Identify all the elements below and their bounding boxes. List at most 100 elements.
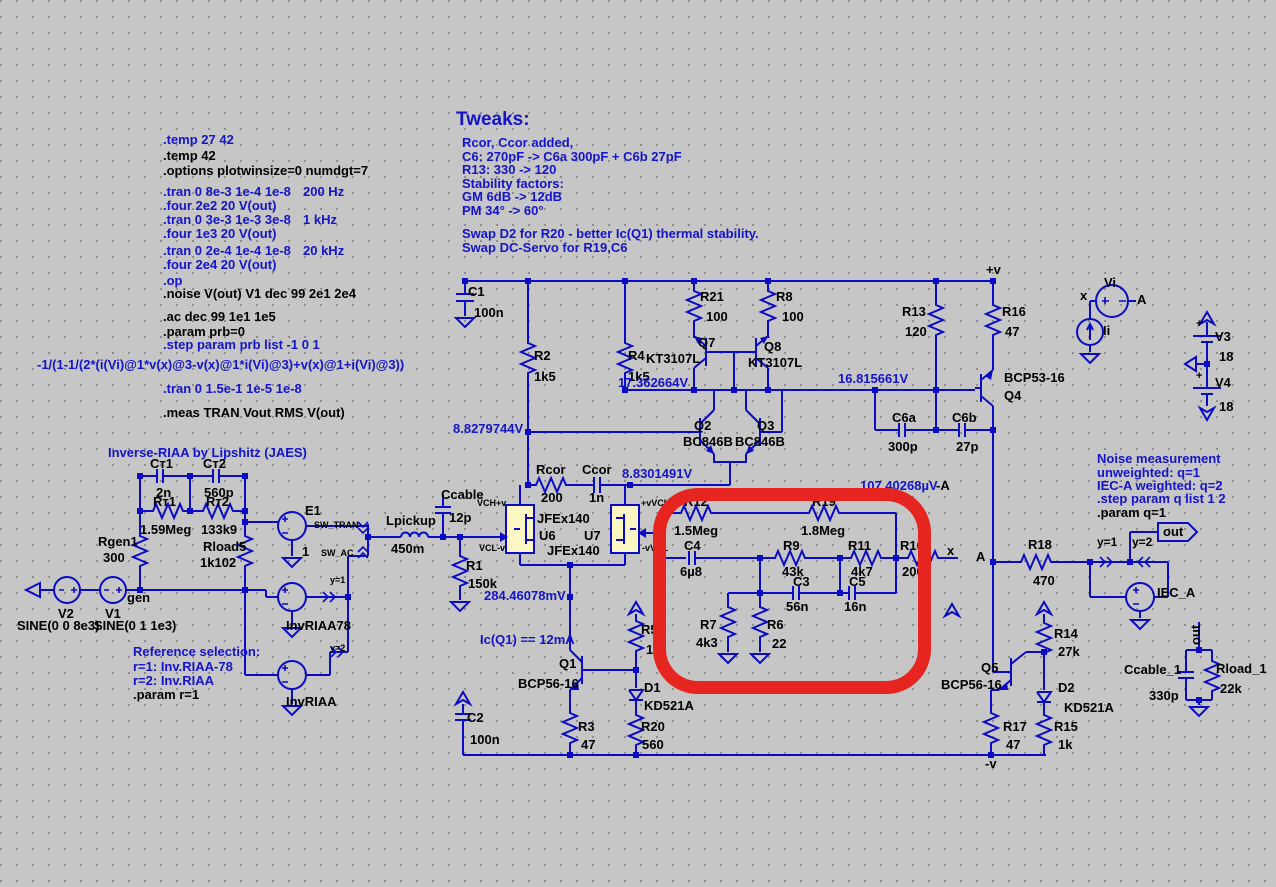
- rt2-val[interactable]: 133k9: [201, 523, 237, 536]
- ref-selection-2[interactable]: r=1: Inv.RIAA-78: [133, 660, 233, 673]
- ct1-ref[interactable]: Cт1: [150, 457, 173, 470]
- invriaa-ref[interactable]: InvRIAA: [286, 695, 337, 708]
- c6a-ref[interactable]: C6a: [892, 411, 916, 424]
- q4-ref[interactable]: Q4: [1004, 389, 1021, 402]
- tweaks-line-1[interactable]: Rcor, Ccor added,: [462, 136, 573, 149]
- note-200hz[interactable]: 200 Hz: [303, 185, 344, 198]
- iec-y1[interactable]: y=1: [1097, 536, 1117, 548]
- net-plus-v[interactable]: +v: [986, 263, 1001, 276]
- directive-four-1e3[interactable]: .four 1e3 20 V(out): [163, 227, 276, 240]
- d2-ref[interactable]: D2: [1058, 681, 1075, 694]
- ieca-ref[interactable]: IEC_A: [1157, 586, 1195, 599]
- annot-8827v[interactable]: 8.8279744V: [453, 422, 523, 435]
- c1-val[interactable]: 100n: [474, 306, 504, 319]
- r20-ref[interactable]: R20: [641, 720, 665, 733]
- tweaks-line-7[interactable]: Swap D2 for R20 - better Ic(Q1) thermal …: [462, 227, 759, 240]
- net-a[interactable]: A: [976, 550, 985, 563]
- c2-val[interactable]: 100n: [470, 733, 500, 746]
- r14-ref[interactable]: R14: [1054, 627, 1078, 640]
- r15-val[interactable]: 1k: [1058, 738, 1072, 751]
- rload1-ref[interactable]: Rload_1: [1216, 662, 1267, 675]
- r3-ref[interactable]: R3: [578, 720, 595, 733]
- e1-ref[interactable]: E1: [305, 504, 321, 517]
- net-x2[interactable]: x: [947, 544, 954, 557]
- q4-val[interactable]: BCP53-16: [1004, 371, 1065, 384]
- sw-tran-label[interactable]: SW_TRAN: [314, 521, 359, 530]
- net-gen[interactable]: gen: [127, 591, 150, 604]
- note-1khz[interactable]: 1 kHz: [303, 213, 337, 226]
- directive-ac[interactable]: .ac dec 99 1e1 1e5: [163, 310, 276, 323]
- tweaks-line-8[interactable]: Swap DC-Servo for R19,C6: [462, 241, 627, 254]
- c6b-val[interactable]: 27p: [956, 440, 978, 453]
- u7-ref[interactable]: U7: [584, 529, 601, 542]
- iec-y2[interactable]: y=2: [1132, 536, 1152, 548]
- noise-title[interactable]: Noise measurement: [1097, 452, 1221, 465]
- directive-options[interactable]: .options plotwinsize=0 numdgt=7: [163, 164, 368, 177]
- directive-tran-1khz[interactable]: .tran 0 3e-3 1e-3 3e-8: [163, 213, 291, 226]
- v4-val[interactable]: 18: [1219, 400, 1233, 413]
- q1-val[interactable]: BCP56-16: [518, 677, 579, 690]
- rt1-val[interactable]: 1.59Meg: [140, 523, 191, 536]
- directive-tran-long[interactable]: .tran 0 1.5e-1 1e-5 1e-8: [163, 382, 302, 395]
- rgen1-val[interactable]: 300: [103, 551, 125, 564]
- r2-val[interactable]: 1k5: [534, 370, 556, 383]
- v2-val[interactable]: SINE(0 0 8e3): [17, 619, 99, 632]
- r8-ref[interactable]: R8: [776, 290, 793, 303]
- d2-val[interactable]: KD521A: [1064, 701, 1114, 714]
- annot-284mv[interactable]: 284.46078mV: [484, 589, 566, 602]
- rt1-ref[interactable]: Rт1: [153, 495, 176, 508]
- r17-ref[interactable]: R17: [1003, 720, 1027, 733]
- q8-ref[interactable]: Q8: [764, 340, 781, 353]
- lpickup-val[interactable]: 450m: [391, 542, 424, 555]
- r17-val[interactable]: 47: [1006, 738, 1020, 751]
- flag-out-top[interactable]: out: [1163, 525, 1183, 538]
- ccable1-val[interactable]: 330p: [1149, 689, 1179, 702]
- rt2-ref[interactable]: Rт2: [206, 495, 229, 508]
- e1-val[interactable]: 1: [302, 545, 309, 558]
- r21-val[interactable]: 100: [706, 310, 728, 323]
- annot-17v[interactable]: 17.362664V: [618, 376, 688, 389]
- r16-val[interactable]: 47: [1005, 325, 1019, 338]
- ct2-ref[interactable]: Cт2: [203, 457, 226, 470]
- sw-ac-label[interactable]: SW_AC: [321, 549, 354, 558]
- r3-val[interactable]: 47: [581, 738, 595, 751]
- annot-16v[interactable]: 16.815661V: [838, 372, 908, 385]
- sel-y1[interactable]: y=1: [330, 576, 345, 585]
- r20-val[interactable]: 560: [642, 738, 664, 751]
- directive-param-q[interactable]: .param q=1: [1097, 506, 1166, 519]
- v3-val[interactable]: 18: [1219, 350, 1233, 363]
- c1-ref[interactable]: C1: [468, 285, 485, 298]
- r14-val[interactable]: 27k: [1058, 645, 1080, 658]
- directive-tran-200hz[interactable]: .tran 0 8e-3 1e-4 1e-8: [163, 185, 291, 198]
- ref-selection-1[interactable]: Reference selection:: [133, 645, 260, 658]
- rcor-ref[interactable]: Rcor: [536, 463, 566, 476]
- v1-val[interactable]: SINE(0 1 1e3): [94, 619, 176, 632]
- ccor-val[interactable]: 1n: [589, 491, 604, 504]
- q8-val[interactable]: KT3107L: [748, 356, 802, 369]
- u6-ref[interactable]: U6: [539, 529, 556, 542]
- net-a-dash[interactable]: -A: [936, 479, 950, 492]
- ltspice-schematic[interactable]: .temp 27 42 .temp 42 .options plotwinsize=…: [0, 0, 1276, 887]
- lpickup-ref[interactable]: Lpickup: [386, 514, 436, 527]
- directive-four-2e4[interactable]: .four 2e4 20 V(out): [163, 258, 276, 271]
- tweaks-title[interactable]: Tweaks:: [456, 110, 530, 129]
- v4-ref[interactable]: V4: [1215, 376, 1231, 389]
- ccor-ref[interactable]: Ccor: [582, 463, 612, 476]
- rgen1-ref[interactable]: Rgen1: [98, 535, 138, 548]
- note-20khz[interactable]: 20 kHz: [303, 244, 344, 257]
- net-minus-v[interactable]: -v: [985, 757, 997, 770]
- net-out-bottom[interactable]: out: [1188, 625, 1203, 645]
- u6-val[interactable]: JFEx140: [537, 512, 590, 525]
- ccable1-ref[interactable]: Ccable_1: [1124, 663, 1181, 676]
- annot-8830v[interactable]: 8.8301491V: [622, 467, 692, 480]
- invriaa78-ref[interactable]: InvRIAA78: [286, 619, 351, 632]
- vi-ref[interactable]: Vi: [1104, 276, 1116, 289]
- ref-selection-3[interactable]: r=2: Inv.RIAA: [133, 674, 214, 687]
- r18-val[interactable]: 470: [1033, 574, 1055, 587]
- q7-val[interactable]: KT3107L: [646, 352, 700, 365]
- net-x1[interactable]: x: [1080, 289, 1087, 302]
- r1-ref[interactable]: R1: [466, 559, 483, 572]
- q5-ref[interactable]: Q5: [981, 661, 998, 674]
- rcor-val[interactable]: 200: [541, 491, 563, 504]
- c6a-val[interactable]: 300p: [888, 440, 918, 453]
